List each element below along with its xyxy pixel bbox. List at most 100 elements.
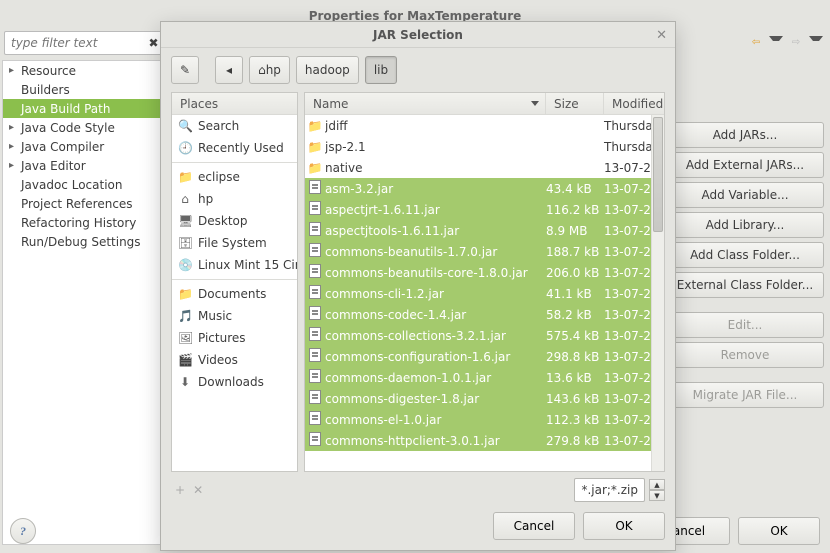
tree-item-label: Builders [17,83,70,97]
tree-item[interactable]: Refactoring History [3,213,164,232]
places-panel: Places 🔍Search🕘Recently Used📁eclipse⌂hp🖥… [171,92,298,472]
add-ext-class-folder-button[interactable]: External Class Folder... [666,272,824,298]
place-item[interactable]: 🕘Recently Used [172,137,297,159]
add-library-button[interactable]: Add Library... [666,212,824,238]
filter-input[interactable] [4,31,165,55]
place-item[interactable]: 🗄File System [172,232,297,254]
main-ok-button[interactable]: OK [738,517,820,545]
filter-spinner[interactable]: ▲▼ [649,479,665,501]
place-icon: 🔍 [178,119,192,133]
file-row[interactable]: 📁jdiffThursday [305,115,664,136]
scrollbar-thumb[interactable] [653,117,663,232]
file-row[interactable]: 📁native13-07-22 [305,157,664,178]
file-row[interactable]: aspectjrt-1.6.11.jar116.2 kB13-07-22 [305,199,664,220]
file-row[interactable]: commons-beanutils-core-1.8.0.jar206.0 kB… [305,262,664,283]
chevron-up-icon: ▲ [649,479,665,490]
dialog-cancel-button[interactable]: Cancel [493,512,575,540]
tree-item[interactable]: Javadoc Location [3,175,164,194]
col-size[interactable]: Size [546,93,604,114]
place-item[interactable]: 🖼Pictures [172,327,297,349]
category-tree[interactable]: ▸ResourceBuildersJava Build Path▸Java Co… [2,60,165,545]
add-variable-button[interactable]: Add Variable... [666,182,824,208]
place-icon: 💿 [178,258,192,272]
fwd-menu-icon[interactable] [809,36,823,50]
file-filter-dropdown[interactable]: *.jar;*.zip [574,478,645,502]
folder-icon: 📁 [305,161,325,175]
file-name: jdiff [325,119,546,133]
place-item[interactable]: 📁Documents [172,283,297,305]
tree-item[interactable]: Project References [3,194,164,213]
file-name: commons-digester-1.8.jar [325,392,546,406]
side-buttons: Add JARs... Add External JARs... Add Var… [666,122,824,408]
place-icon: 🗄 [178,236,192,250]
chevron-down-icon: ▼ [649,490,665,501]
place-item[interactable]: 🖥Desktop [172,210,297,232]
add-class-folder-button[interactable]: Add Class Folder... [666,242,824,268]
tree-item[interactable]: ▸Java Code Style [3,118,164,137]
jar-icon [305,222,325,239]
add-place-icon[interactable]: + [175,483,185,497]
remove-button: Remove [666,342,824,368]
tree-item[interactable]: ▸Java Editor [3,156,164,175]
tree-item-label: Refactoring History [17,216,136,230]
place-item[interactable]: 📁eclipse [172,166,297,188]
fwd-arrow-icon[interactable]: ⇨ [789,36,803,50]
file-row[interactable]: commons-collections-3.2.1.jar575.4 kB13-… [305,325,664,346]
jar-icon [305,432,325,449]
file-name: native [325,161,546,175]
tree-item[interactable]: ▸Java Compiler [3,137,164,156]
file-row[interactable]: commons-beanutils-1.7.0.jar188.7 kB13-07… [305,241,664,262]
scrollbar[interactable] [651,115,664,471]
file-row[interactable]: commons-cli-1.2.jar41.1 kB13-07-22 [305,283,664,304]
left-pane: ✖ ▸ResourceBuildersJava Build Path▸Java … [2,31,165,545]
crumb-hadoop[interactable]: hadoop [296,56,359,84]
place-icon: 📁 [178,170,192,184]
place-item[interactable]: ⬇Downloads [172,371,297,393]
close-icon[interactable]: ✕ [656,28,667,43]
back-arrow-icon[interactable]: ⇦ [749,36,763,50]
tree-item[interactable]: Builders [3,80,164,99]
clear-icon[interactable]: ✖ [146,35,161,50]
dialog-ok-button[interactable]: OK [583,512,665,540]
crumb-lib[interactable]: lib [365,56,397,84]
file-row[interactable]: aspectjtools-1.6.11.jar8.9 MB13-07-22 [305,220,664,241]
pencil-icon: ✎ [180,63,190,77]
file-row[interactable]: 📁jsp-2.1Thursday [305,136,664,157]
add-external-jars-button[interactable]: Add External JARs... [666,152,824,178]
file-name: commons-collections-3.2.1.jar [325,329,546,343]
help-button[interactable]: ? [10,518,36,544]
crumb-home[interactable]: ⌂ hp [249,56,290,84]
file-row[interactable]: commons-daemon-1.0.1.jar13.6 kB13-07-22 [305,367,664,388]
edit-path-button[interactable]: ✎ [171,56,199,84]
home-icon: ⌂ [258,63,266,77]
place-item[interactable]: 🎵Music [172,305,297,327]
file-row[interactable]: commons-el-1.0.jar112.3 kB13-07-22 [305,409,664,430]
place-icon: 🎵 [178,309,192,323]
place-item[interactable]: ⌂hp [172,188,297,210]
back-menu-icon[interactable] [769,36,783,50]
file-size: 8.9 MB [546,224,604,238]
add-jars-button[interactable]: Add JARs... [666,122,824,148]
file-row[interactable]: commons-httpclient-3.0.1.jar279.8 kB13-0… [305,430,664,451]
place-item[interactable]: 🎬Videos [172,349,297,371]
col-name[interactable]: Name [305,93,546,114]
file-size: 116.2 kB [546,203,604,217]
file-row[interactable]: commons-configuration-1.6.jar298.8 kB13-… [305,346,664,367]
file-row[interactable]: commons-digester-1.8.jar143.6 kB13-07-22 [305,388,664,409]
file-size: 143.6 kB [546,392,604,406]
jar-icon [305,306,325,323]
place-item[interactable]: 🔍 Search [172,115,297,137]
back-button[interactable]: ◂ [215,56,243,84]
sort-indicator-icon [531,101,539,106]
file-name: commons-el-1.0.jar [325,413,546,427]
tree-item[interactable]: Run/Debug Settings [3,232,164,251]
tree-item[interactable]: ▸Resource [3,61,164,80]
file-row[interactable]: commons-codec-1.4.jar58.2 kB13-07-22 [305,304,664,325]
tree-item-label: Javadoc Location [17,178,122,192]
tree-item[interactable]: Java Build Path [3,99,164,118]
place-item[interactable]: 💿Linux Mint 15 Cin... [172,254,297,276]
remove-place-icon[interactable]: ✕ [193,483,203,497]
place-label: Search [198,119,239,133]
file-row[interactable]: asm-3.2.jar43.4 kB13-07-22 [305,178,664,199]
col-modified[interactable]: Modified [604,93,664,114]
